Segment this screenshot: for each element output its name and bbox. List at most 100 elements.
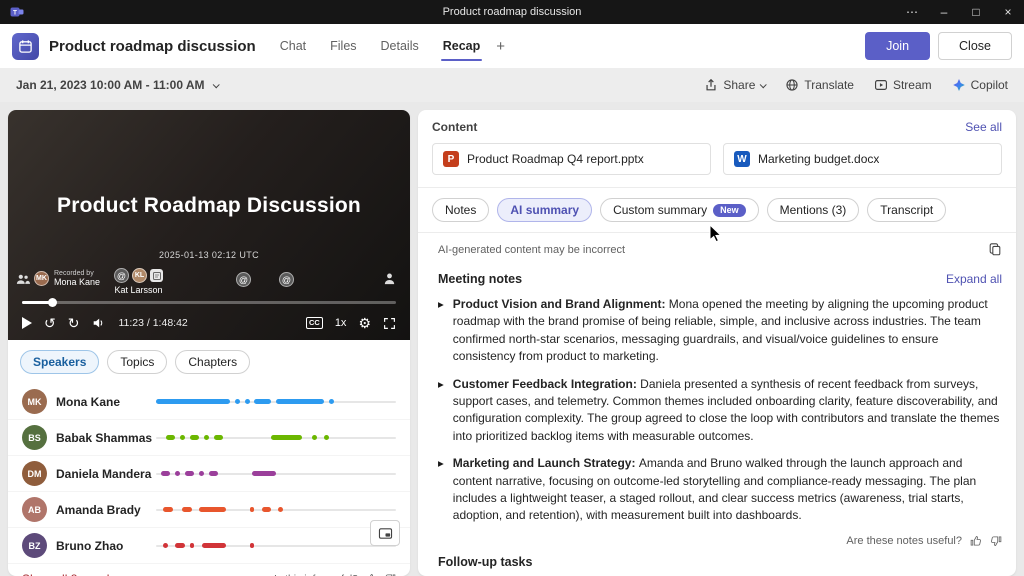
- timeline-segment[interactable]: [166, 435, 176, 440]
- timeline-segment[interactable]: [250, 543, 255, 548]
- tab-chat[interactable]: Chat: [278, 25, 308, 67]
- mention-icon[interactable]: @: [236, 272, 251, 287]
- close-meeting-button[interactable]: Close: [938, 32, 1012, 60]
- timeline-segment[interactable]: [180, 435, 185, 440]
- show-all-speakers-link[interactable]: Show all 8 speakers: [22, 572, 140, 576]
- see-all-link[interactable]: See all: [965, 120, 1002, 134]
- tab-custom-summary[interactable]: Custom summaryNew: [600, 198, 759, 222]
- play-button[interactable]: [22, 317, 32, 329]
- timeline-segment[interactable]: [276, 399, 324, 404]
- timeline-segment[interactable]: [312, 435, 317, 440]
- person-icon: [383, 272, 396, 290]
- timeline-segment[interactable]: [214, 435, 224, 440]
- meeting-info-bar: Jan 21, 2023 10:00 AM - 11:00 AM Share T…: [0, 68, 1024, 102]
- timeline-segment[interactable]: [204, 435, 209, 440]
- expand-all-link[interactable]: Expand all: [946, 272, 1002, 286]
- tab-topics[interactable]: Topics: [107, 350, 167, 374]
- timeline-segment[interactable]: [271, 435, 302, 440]
- speaker-timeline[interactable]: [156, 473, 396, 475]
- meeting-datetime-dropdown[interactable]: Jan 21, 2023 10:00 AM - 11:00 AM: [16, 78, 218, 92]
- collapse-triangle-icon[interactable]: ▶: [438, 296, 444, 366]
- teams-logo-icon: T: [10, 5, 24, 19]
- timeline-segment[interactable]: [199, 507, 225, 512]
- meeting-note-item[interactable]: ▶Customer Feedback Integration: Daniela …: [438, 376, 1002, 446]
- timeline-segment[interactable]: [161, 471, 171, 476]
- timeline-segment[interactable]: [235, 399, 240, 404]
- timeline-segment[interactable]: [163, 507, 173, 512]
- recording-panel: Product Roadmap Discussion 2025-01-13 02…: [8, 110, 410, 576]
- timeline-segment[interactable]: [254, 399, 271, 404]
- collapse-triangle-icon[interactable]: ▶: [438, 455, 444, 525]
- timeline-segment[interactable]: [209, 471, 219, 476]
- tab-mentions-3[interactable]: Mentions (3): [767, 198, 860, 222]
- speaker-timeline[interactable]: [156, 401, 396, 403]
- tab-ai-summary[interactable]: AI summary: [497, 198, 592, 222]
- playback-speed-button[interactable]: 1x: [335, 318, 347, 329]
- close-window-button[interactable]: ×: [992, 0, 1024, 24]
- speaker-timeline[interactable]: [156, 509, 396, 511]
- fullscreen-button[interactable]: [383, 317, 396, 330]
- maximize-button[interactable]: □: [960, 0, 992, 24]
- timeline-segment[interactable]: [202, 543, 226, 548]
- file-card-pptx[interactable]: PProduct Roadmap Q4 report.pptx: [432, 143, 711, 175]
- timeline-segment[interactable]: [190, 435, 200, 440]
- open-in-window-button[interactable]: [370, 520, 400, 546]
- captions-button[interactable]: CC: [306, 317, 323, 329]
- minimize-button[interactable]: –: [928, 0, 960, 24]
- tab-speakers[interactable]: Speakers: [20, 350, 99, 374]
- ai-disclaimer-row: AI-generated content may be incorrect: [418, 233, 1016, 264]
- note-text: Marketing and Launch Strategy: Amanda an…: [453, 455, 1002, 525]
- speaker-avatar: BS: [22, 425, 47, 450]
- timeline-segment[interactable]: [278, 507, 283, 512]
- add-tab-button[interactable]: +: [492, 38, 509, 55]
- join-button[interactable]: Join: [865, 32, 930, 60]
- stream-button[interactable]: Stream: [874, 78, 932, 92]
- settings-gear-button[interactable]: ⚙: [358, 316, 371, 330]
- timeline-segment[interactable]: [262, 507, 272, 512]
- tab-recap[interactable]: Recap: [441, 25, 483, 67]
- speaker-avatar: AB: [22, 497, 47, 522]
- file-card-docx[interactable]: WMarketing budget.docx: [723, 143, 1002, 175]
- tab-notes[interactable]: Notes: [432, 198, 489, 222]
- timeline-segment[interactable]: [250, 507, 255, 512]
- timeline-segment[interactable]: [324, 435, 329, 440]
- timeline-segment[interactable]: [329, 399, 334, 404]
- video-player[interactable]: Product Roadmap Discussion 2025-01-13 02…: [8, 110, 410, 340]
- notes-thumbs-down-button[interactable]: [990, 535, 1002, 547]
- timeline-segment[interactable]: [190, 543, 195, 548]
- collapse-triangle-icon[interactable]: ▶: [438, 376, 444, 446]
- skip-forward-10-button[interactable]: ↻: [68, 316, 80, 330]
- copy-button[interactable]: [988, 242, 1002, 257]
- timeline-segment[interactable]: [199, 471, 204, 476]
- speaker-timeline[interactable]: [156, 437, 396, 439]
- timeline-segment[interactable]: [245, 399, 250, 404]
- tab-transcript[interactable]: Transcript: [867, 198, 946, 222]
- meeting-note-item[interactable]: ▶Product Vision and Brand Alignment: Mon…: [438, 296, 1002, 366]
- timeline-segment[interactable]: [175, 543, 185, 548]
- meeting-note-item[interactable]: ▶Marketing and Launch Strategy: Amanda a…: [438, 455, 1002, 525]
- timeline-segment[interactable]: [182, 507, 192, 512]
- mention-icon[interactable]: @: [114, 268, 129, 283]
- timeline-segment[interactable]: [156, 399, 230, 404]
- timeline-segment[interactable]: [175, 471, 180, 476]
- video-progress-bar[interactable]: [22, 301, 396, 304]
- speaker-timeline[interactable]: [156, 545, 396, 547]
- recorded-by-marker[interactable]: MK Recorded by Mona Kane: [34, 270, 100, 287]
- timeline-segment[interactable]: [163, 543, 168, 548]
- notes-thumbs-up-button[interactable]: [970, 535, 982, 547]
- mention-icon[interactable]: @: [279, 272, 294, 287]
- timeline-segment[interactable]: [252, 471, 276, 476]
- tab-label: AI summary: [510, 203, 579, 217]
- share-button[interactable]: Share: [704, 78, 765, 92]
- tab-files[interactable]: Files: [328, 25, 358, 67]
- speaker-marker[interactable]: @ KL Kat Larsson: [114, 268, 163, 295]
- timeline-segment[interactable]: [185, 471, 195, 476]
- volume-button[interactable]: [91, 316, 106, 330]
- tab-chapters[interactable]: Chapters: [175, 350, 250, 374]
- copilot-button[interactable]: Copilot: [952, 78, 1008, 92]
- more-options-button[interactable]: ⋯: [896, 0, 928, 24]
- recap-details-panel: Content See all PProduct Roadmap Q4 repo…: [418, 110, 1016, 576]
- translate-button[interactable]: Translate: [785, 78, 854, 92]
- skip-back-10-button[interactable]: ↺: [44, 316, 56, 330]
- tab-details[interactable]: Details: [379, 25, 421, 67]
